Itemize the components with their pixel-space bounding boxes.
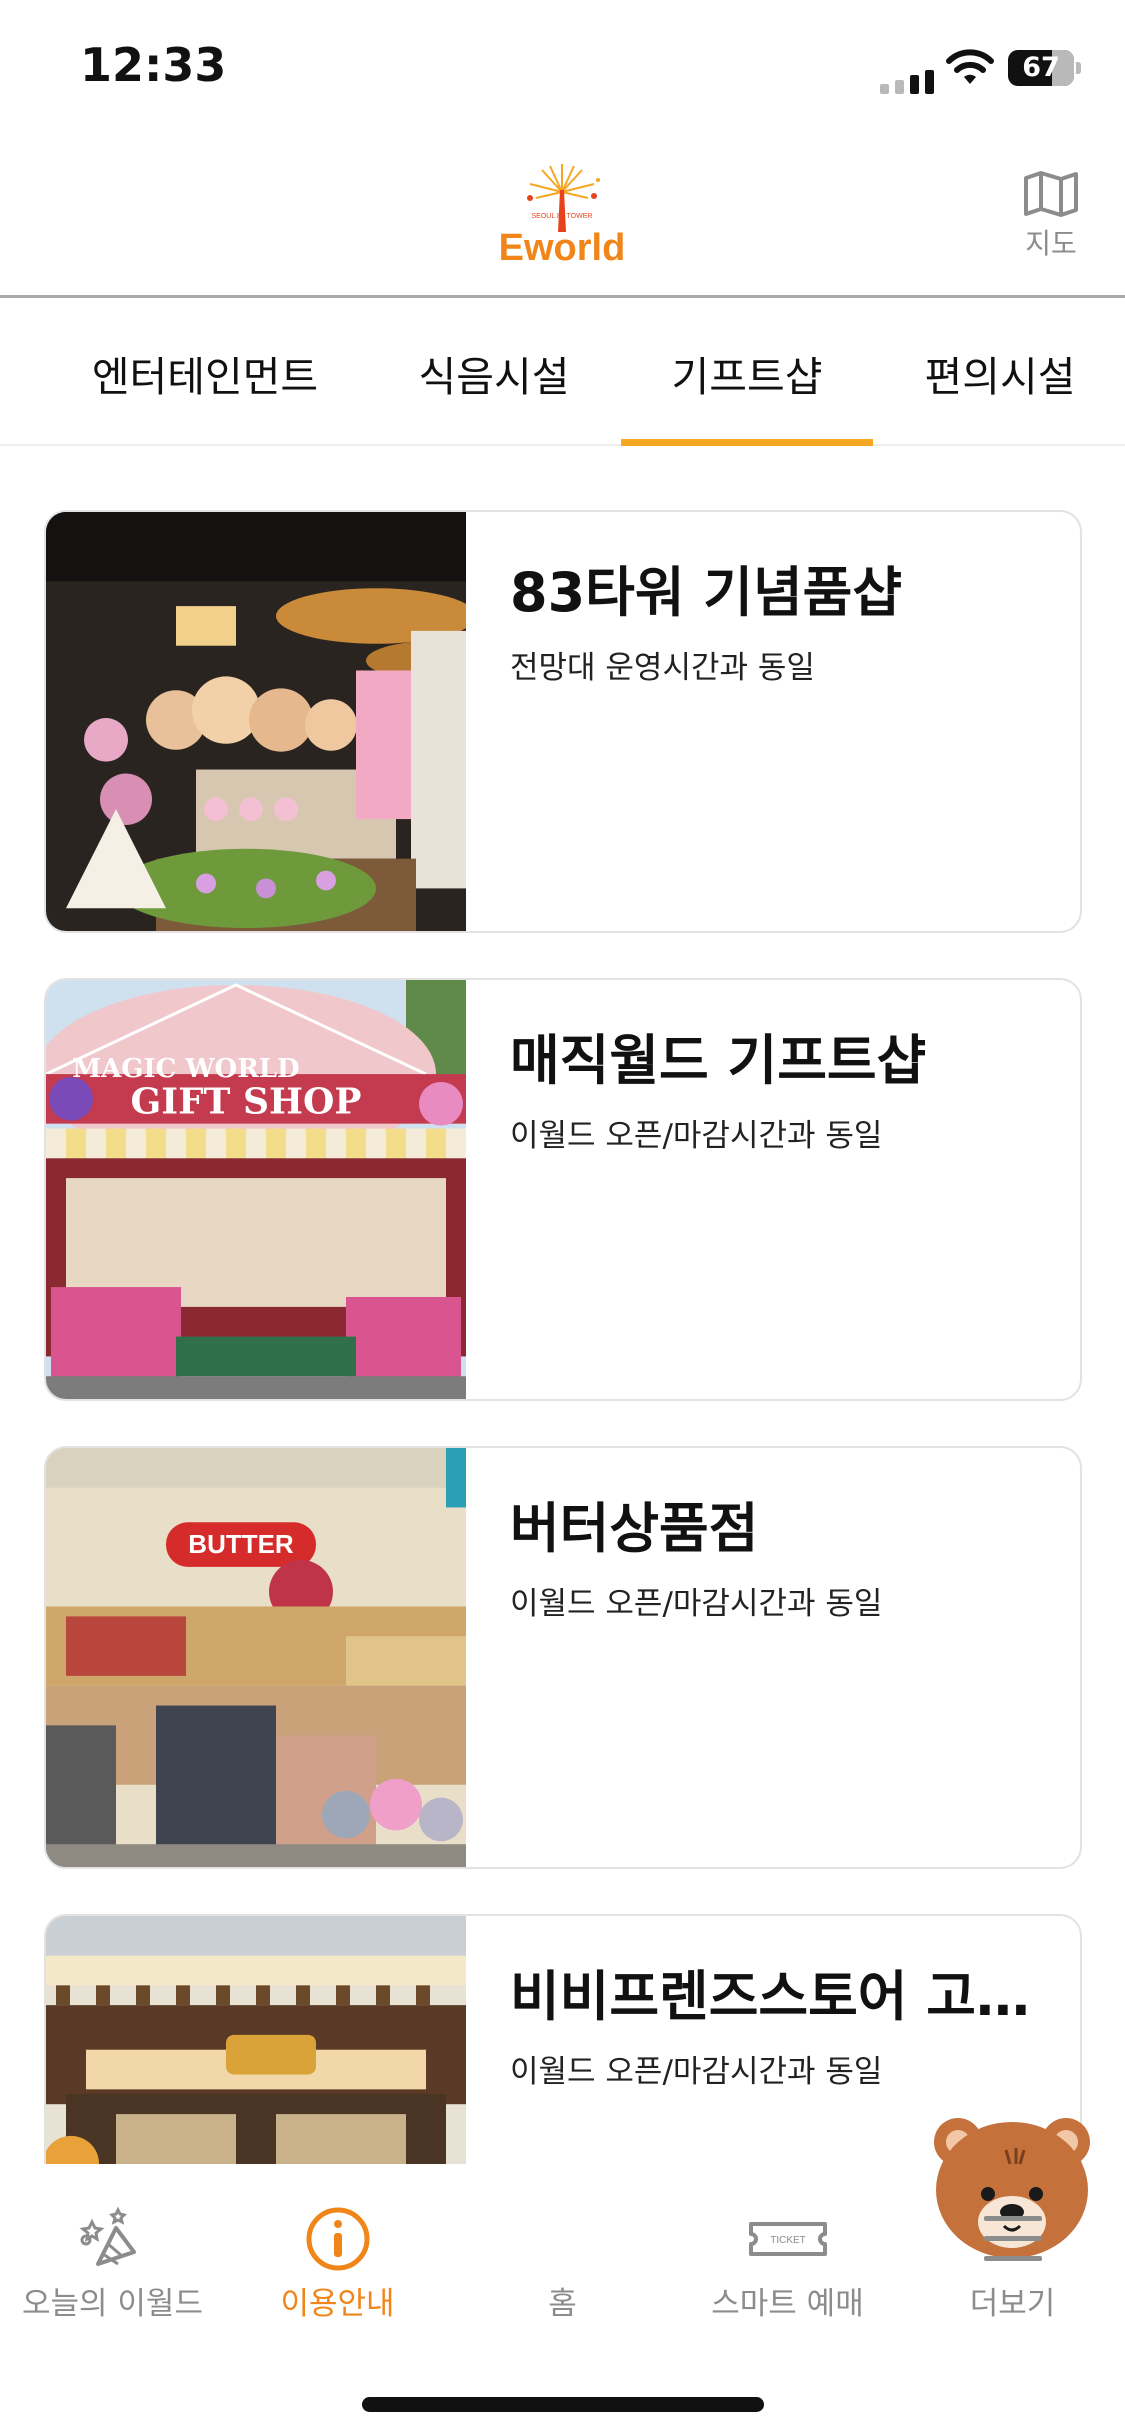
app-header: SEOUL 83 TOWER Eworld 지도 — [0, 130, 1125, 298]
shop-hours: 이월드 오픈/마감시간과 동일 — [510, 1118, 883, 1154]
sign-text: MAGIC WORLD — [72, 1054, 299, 1084]
shop-title: 버터상품점 — [510, 1497, 759, 1560]
ticket-text: TICKET — [770, 2235, 806, 2246]
sign-text: GIFT SHOP — [131, 1081, 362, 1123]
eworld-logo[interactable]: SEOUL 83 TOWER Eworld — [490, 160, 635, 270]
nav-smart-booking[interactable]: TICKET 스마트 예매 — [675, 2164, 900, 2364]
nav-label: 스마트 예매 — [711, 2286, 864, 2322]
status-bar: 12:33 67 — [0, 0, 1125, 130]
shop-hours: 전망대 운영시간과 동일 — [510, 650, 815, 686]
tab-gift-shop[interactable]: 기프트샵 — [621, 300, 873, 446]
category-tabs: 엔터테인먼트 식음시설 기프트샵 편의시설 — [0, 300, 1125, 446]
shop-card[interactable]: BUTTER 버터상품점 이월드 오픈/마감시간과 동일 — [44, 1446, 1082, 1869]
logo-text: Eworld — [499, 227, 626, 269]
map-icon — [1024, 171, 1078, 217]
nav-more[interactable]: 더보기 — [900, 2164, 1125, 2364]
cellular-signal-icon — [880, 70, 934, 94]
shop-title: 매직월드 기프트샵 — [510, 1029, 927, 1092]
confetti-icon — [78, 2206, 136, 2266]
shop-title: 비비프렌즈스토어 고… — [510, 1965, 1030, 2028]
sign-text: BUTTER — [188, 1531, 294, 1559]
nav-usage-guide[interactable]: 이용안내 — [225, 2164, 450, 2364]
tab-entertainment[interactable]: 엔터테인먼트 — [60, 300, 350, 446]
wifi-icon — [946, 49, 994, 84]
menu-icon — [983, 2216, 1042, 2261]
bottom-navigation: 오늘의 이월드 이용안내 홈 TICKET 스마트 예매 더보기 — [0, 2118, 1125, 2436]
battery-level: 67 — [1022, 52, 1060, 83]
map-label: 지도 — [1025, 227, 1077, 260]
shop-image: BUTTER — [46, 1448, 466, 1867]
nav-today-eworld[interactable]: 오늘의 이월드 — [0, 2164, 225, 2364]
nav-label: 더보기 — [969, 2286, 1056, 2322]
status-time: 12:33 — [80, 38, 227, 92]
shop-title: 83타워 기념품샵 — [510, 561, 903, 624]
tab-convenience[interactable]: 편의시설 — [880, 300, 1120, 446]
shop-image — [46, 512, 466, 931]
nav-home[interactable]: 홈 — [450, 2118, 1090, 2364]
shop-image: MAGIC WORLD GIFT SHOP — [46, 980, 466, 1399]
info-icon — [306, 2207, 369, 2271]
ticket-icon: TICKET — [748, 2222, 827, 2256]
shop-hours: 이월드 오픈/마감시간과 동일 — [510, 2054, 883, 2090]
map-button[interactable]: 지도 — [1016, 170, 1086, 270]
svg-text:SEOUL 83 TOWER: SEOUL 83 TOWER — [532, 213, 593, 220]
battery-icon: 67 — [1008, 50, 1074, 86]
shop-hours: 이월드 오픈/마감시간과 동일 — [510, 1586, 883, 1622]
home-indicator — [362, 2397, 764, 2412]
nav-label: 홈 — [548, 2286, 577, 2322]
nav-label: 이용안내 — [280, 2286, 395, 2322]
shop-card[interactable]: MAGIC WORLD GIFT SHOP 매직월드 기프트샵 이월드 오픈/마… — [44, 978, 1082, 1401]
shop-card[interactable]: 83타워 기념품샵 전망대 운영시간과 동일 — [44, 510, 1082, 933]
nav-label: 오늘의 이월드 — [22, 2286, 203, 2322]
tab-food[interactable]: 식음시설 — [372, 300, 616, 446]
